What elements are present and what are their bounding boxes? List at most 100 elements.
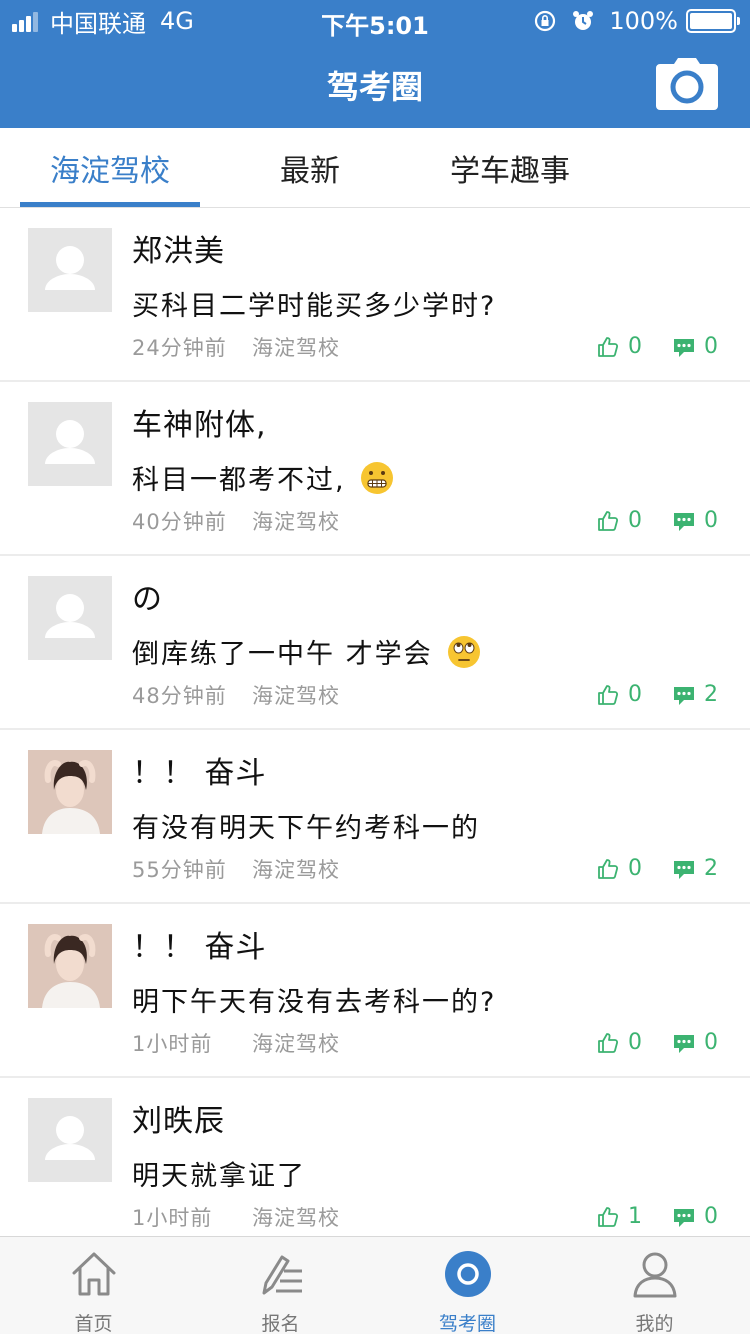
tab-haidian-school[interactable]: 海淀驾校: [20, 128, 200, 208]
post-author[interactable]: 车神附体,: [132, 400, 267, 444]
post-author[interactable]: 郑洪美: [132, 226, 225, 270]
post-item[interactable]: ！！ 奋斗 有没有明天下午约考科一的 55分钟前 海淀驾校 0 2: [0, 730, 750, 904]
post-time: 1小时前: [132, 1032, 213, 1056]
app-header: 中国联通 4G 下午5:01 100% 驾考圈: [0, 0, 750, 128]
comment-icon: [674, 860, 694, 879]
avatar[interactable]: [28, 402, 112, 486]
avatar[interactable]: [28, 228, 112, 312]
grimacing-emoji-icon: [360, 461, 393, 494]
like-count: 0: [628, 508, 642, 533]
user-icon: [633, 1252, 676, 1298]
thumbs-up-icon: [598, 858, 619, 879]
tabbar-label: 我的: [635, 1313, 674, 1334]
comment-count: 0: [704, 334, 718, 359]
post-time: 48分钟前: [132, 684, 227, 708]
like-count: 0: [628, 334, 642, 359]
battery-percent: 100%: [609, 7, 678, 35]
post-item[interactable]: 车神附体, 科目一都考不过, 40分钟前 海淀驾校 0 0: [0, 382, 750, 556]
eye-roll-emoji-icon: [447, 635, 480, 668]
user-photo-avatar: [28, 750, 112, 834]
status-right: 100%: [533, 6, 740, 36]
camera-icon: [656, 58, 718, 110]
post-text: 科目一都考不过,: [132, 465, 346, 496]
comment-count: 0: [704, 1204, 718, 1229]
tabbar-item-driving-circle[interactable]: 驾考圈: [374, 1237, 561, 1334]
avatar[interactable]: [28, 750, 112, 834]
default-avatar-icon: [28, 576, 112, 660]
post-content[interactable]: 买科目二学时能买多少学时?: [132, 284, 496, 323]
post-school: 海淀驾校: [252, 510, 340, 534]
comment-count: 0: [704, 1030, 718, 1055]
like-button[interactable]: 1: [596, 1204, 642, 1229]
page-title: 驾考圈: [326, 68, 423, 106]
post-text: 倒库练了一中午 才学会: [132, 639, 433, 670]
comment-icon: [674, 338, 694, 357]
avatar[interactable]: [28, 924, 112, 1008]
alarm-icon: [573, 11, 594, 30]
post-item[interactable]: 刘昳辰 明天就拿证了 1小时前 海淀驾校 1 0: [0, 1078, 750, 1236]
comment-button[interactable]: 0: [672, 1204, 718, 1229]
thumbs-up-icon: [598, 510, 619, 531]
bottom-tab-bar: 首页 报名 驾考圈 我的: [0, 1236, 750, 1334]
like-button[interactable]: 0: [596, 508, 642, 533]
default-avatar-icon: [28, 1098, 112, 1182]
tab-driving-stories[interactable]: 学车趣事: [410, 128, 610, 208]
tabbar-label: 报名: [261, 1313, 300, 1334]
like-button[interactable]: 0: [596, 334, 642, 359]
post-school: 海淀驾校: [252, 1206, 340, 1230]
post-author[interactable]: の: [132, 574, 163, 618]
post-content[interactable]: 倒库练了一中午 才学会: [132, 632, 481, 671]
post-time: 24分钟前: [132, 336, 227, 360]
post-text: 买科目二学时能买多少学时?: [132, 291, 497, 322]
comment-button[interactable]: 0: [672, 334, 718, 359]
comment-count: 0: [704, 508, 718, 533]
tabbar-item-home[interactable]: 首页: [0, 1237, 187, 1334]
post-item[interactable]: の 倒库练了一中午 才学会 48分钟前 海淀驾校 0 2: [0, 556, 750, 730]
post-content[interactable]: 科目一都考不过,: [132, 458, 394, 497]
comment-icon: [674, 1208, 694, 1227]
tab-latest[interactable]: 最新: [220, 128, 400, 208]
like-count: 0: [628, 856, 642, 881]
avatar[interactable]: [28, 576, 112, 660]
comment-button[interactable]: 2: [672, 856, 718, 881]
like-button[interactable]: 0: [596, 682, 642, 707]
post-item[interactable]: 郑洪美 买科目二学时能买多少学时? 24分钟前 海淀驾校 0 0: [0, 208, 750, 382]
tabbar-item-register[interactable]: 报名: [187, 1237, 374, 1334]
comment-button[interactable]: 0: [672, 1030, 718, 1055]
status-bar: 中国联通 4G 下午5:01 100%: [0, 0, 750, 40]
pencil-list-icon: [262, 1255, 302, 1295]
like-count: 0: [628, 682, 642, 707]
like-button[interactable]: 0: [596, 1030, 642, 1055]
comment-icon: [674, 1034, 694, 1053]
post-time: 40分钟前: [132, 510, 227, 534]
post-content[interactable]: 有没有明天下午约考科一的: [132, 806, 480, 845]
avatar[interactable]: [28, 1098, 112, 1182]
tabbar-item-profile[interactable]: 我的: [561, 1237, 748, 1334]
camera-button[interactable]: [656, 56, 718, 110]
post-item[interactable]: ！！ 奋斗 明下午天有没有去考科一的? 1小时前 海淀驾校 0 0: [0, 904, 750, 1078]
post-school: 海淀驾校: [252, 1032, 340, 1056]
post-author[interactable]: ！！ 奋斗: [132, 748, 267, 792]
like-button[interactable]: 0: [596, 856, 642, 881]
post-content[interactable]: 明天就拿证了: [132, 1154, 306, 1193]
post-school: 海淀驾校: [252, 336, 340, 360]
default-avatar-icon: [28, 228, 112, 312]
comment-icon: [674, 686, 694, 705]
category-tabs: 海淀驾校 最新 学车趣事: [0, 128, 750, 208]
post-text: 有没有明天下午约考科一的: [132, 813, 480, 844]
post-author[interactable]: 刘昳辰: [132, 1096, 225, 1140]
thumbs-up-icon: [598, 336, 619, 357]
like-count: 0: [628, 1030, 642, 1055]
tabbar-label: 首页: [74, 1313, 113, 1334]
comment-button[interactable]: 2: [672, 682, 718, 707]
post-content[interactable]: 明下午天有没有去考科一的?: [132, 980, 496, 1019]
user-photo-avatar: [28, 924, 112, 1008]
post-text: 明下午天有没有去考科一的?: [132, 987, 497, 1018]
circle-icon: [444, 1251, 491, 1297]
thumbs-up-icon: [598, 1206, 619, 1227]
rotation-lock-icon: [535, 10, 556, 32]
post-feed[interactable]: 郑洪美 买科目二学时能买多少学时? 24分钟前 海淀驾校 0 0 车神附体, 科…: [0, 208, 750, 1236]
comment-button[interactable]: 0: [672, 508, 718, 533]
comment-icon: [674, 512, 694, 531]
post-author[interactable]: ！！ 奋斗: [132, 922, 267, 966]
